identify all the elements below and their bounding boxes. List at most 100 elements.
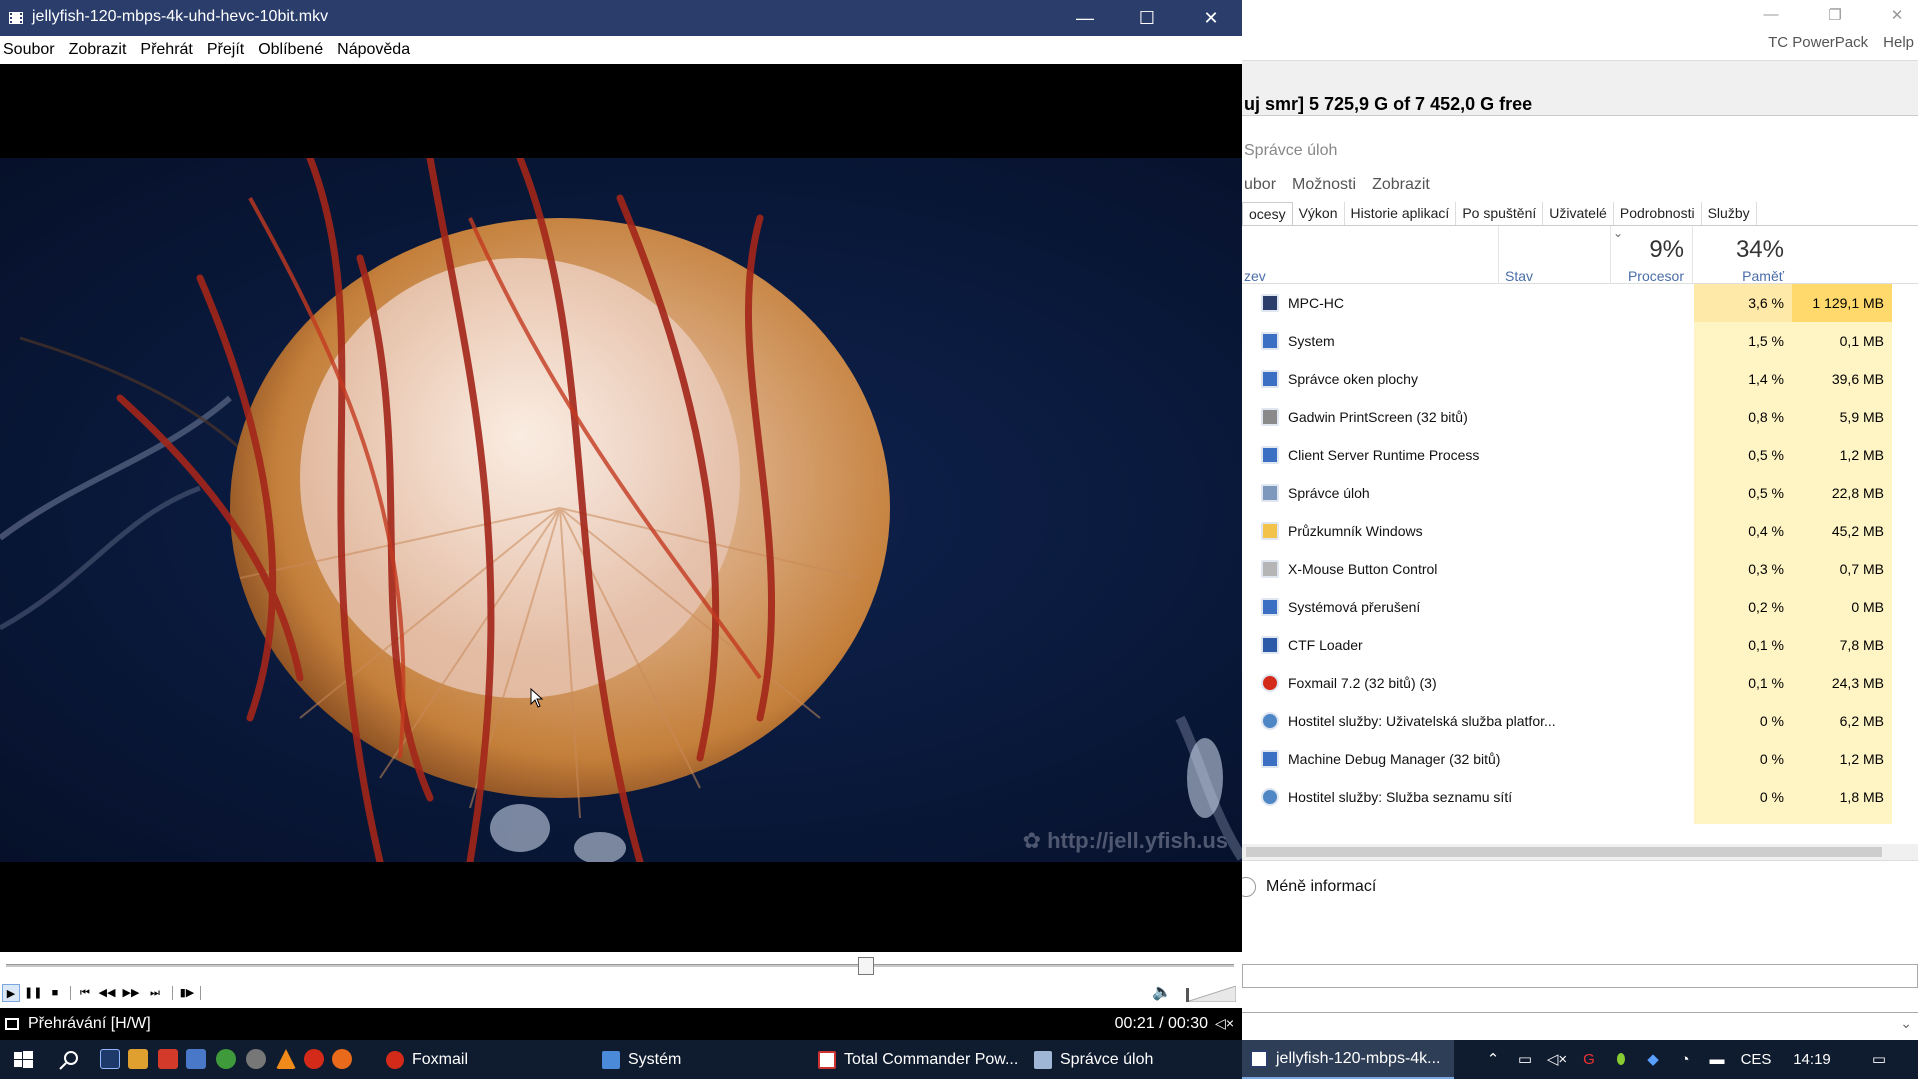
maximize-icon[interactable]: ☐ <box>1116 0 1178 36</box>
rewind-icon[interactable]: ◀◀ <box>98 984 116 1002</box>
tray-foxmail-icon[interactable]: G <box>1576 1040 1602 1079</box>
video-area[interactable]: ✿ http://jell.yfish.us <box>0 64 1242 952</box>
scrollbar-thumb[interactable] <box>1246 847 1882 857</box>
tray-chevron-up-icon[interactable]: ⌃ <box>1480 1040 1506 1079</box>
seek-knob[interactable] <box>857 957 874 975</box>
menu-navigate[interactable]: Přejít <box>207 41 244 64</box>
process-cpu: 0,8 % <box>1694 398 1792 436</box>
tab-app-history[interactable]: Historie aplikací <box>1345 202 1457 225</box>
column-name[interactable]: zev <box>1244 268 1266 284</box>
column-cpu[interactable]: ⌄ 9% Procesor <box>1610 226 1692 284</box>
stop-icon[interactable]: ■ <box>46 984 64 1002</box>
process-row[interactable]: Hostitel služby: Služba seznamu sítí 0 % 1… <box>1242 778 1918 816</box>
tray-clock[interactable]: 14:19 <box>1784 1040 1840 1079</box>
quick-launch-icon[interactable] <box>246 1049 266 1069</box>
seek-track[interactable] <box>6 964 1234 967</box>
quick-launch-icon[interactable] <box>100 1049 120 1069</box>
tray-language[interactable]: CES <box>1736 1040 1776 1079</box>
process-memory: 1 129,1 MB <box>1792 284 1892 322</box>
firefox-icon[interactable] <box>332 1049 352 1069</box>
close-icon[interactable]: ✕ <box>1882 6 1912 26</box>
process-cpu: 0,4 % <box>1694 512 1792 550</box>
horizontal-scrollbar[interactable] <box>1242 844 1918 860</box>
process-row[interactable]: Hostitel služby: Služba rozhraní síťovéh… <box>1242 816 1918 824</box>
notification-icon[interactable]: ▭ <box>1864 1040 1894 1079</box>
menu-favorites[interactable]: Oblíbené <box>258 41 323 64</box>
pause-icon[interactable]: ❚❚ <box>24 984 42 1002</box>
menu-file[interactable]: Soubor <box>3 41 55 64</box>
taskbar-task-system[interactable]: Systém <box>594 1040 808 1079</box>
tab-processes[interactable]: ocesy <box>1242 202 1293 225</box>
process-memory: 45,2 MB <box>1792 512 1892 550</box>
tc-command-dropdown[interactable]: ⌄ <box>1242 1012 1918 1036</box>
frame-step-icon[interactable]: ▮▶ <box>178 984 196 1002</box>
process-row[interactable]: Průzkumník Windows 0,4 % 45,2 MB <box>1242 512 1918 550</box>
process-row[interactable]: X-Mouse Button Control 0,3 % 0,7 MB <box>1242 550 1918 588</box>
menu-help[interactable]: Nápověda <box>337 41 410 64</box>
minimize-icon[interactable]: — <box>1054 0 1116 36</box>
speaker-icon[interactable]: 🔈 <box>1152 982 1172 1002</box>
chevron-down-icon[interactable]: ⌄ <box>1900 1015 1912 1032</box>
process-row[interactable]: CTF Loader 0,1 % 7,8 MB <box>1242 626 1918 664</box>
volume-slider[interactable] <box>1186 986 1236 1002</box>
skip-forward-icon[interactable]: ⏭ <box>146 984 164 1002</box>
foxmail-icon[interactable] <box>304 1049 324 1069</box>
process-row[interactable]: Foxmail 7.2 (32 bitů) (3) 0,1 % 24,3 MB <box>1242 664 1918 702</box>
menu-view[interactable]: Zobrazit <box>69 41 127 64</box>
process-row[interactable]: Machine Debug Manager (32 bitů) 0 % 1,2 MB <box>1242 740 1918 778</box>
tray-traffic-light-icon[interactable]: ⬮ <box>1608 1040 1634 1079</box>
menu-file[interactable]: ubor <box>1244 176 1276 194</box>
tab-performance[interactable]: Výkon <box>1293 202 1345 225</box>
process-memory: 39,6 MB <box>1792 360 1892 398</box>
taskbar-task-foxmail[interactable]: Foxmail <box>378 1040 592 1079</box>
taskbar-task-mpc[interactable]: jellyfish-120-mbps-4k... <box>1242 1040 1454 1079</box>
windows-start-icon[interactable] <box>0 1040 48 1079</box>
process-name: System <box>1288 333 1335 349</box>
restore-icon[interactable]: ❐ <box>1820 6 1850 26</box>
process-row[interactable]: Hostitel služby: Uživatelská služba plat… <box>1242 702 1918 740</box>
quick-launch-icon[interactable] <box>216 1049 236 1069</box>
menu-help[interactable]: Help <box>1883 34 1914 56</box>
quick-launch-icon[interactable] <box>158 1049 178 1069</box>
menu-options[interactable]: Možnosti <box>1292 176 1356 194</box>
tray-dropbox-icon[interactable]: ◆ <box>1640 1040 1666 1079</box>
column-status[interactable]: Stav <box>1498 226 1610 284</box>
fast-forward-icon[interactable]: ▶▶ <box>122 984 140 1002</box>
vlc-icon[interactable] <box>276 1049 296 1069</box>
tab-details[interactable]: Podrobnosti <box>1614 202 1702 225</box>
tc-command-line[interactable] <box>1242 964 1918 988</box>
quick-launch-icon[interactable] <box>186 1049 206 1069</box>
process-row[interactable]: MPC-HC 3,6 % 1 129,1 MB <box>1242 284 1918 322</box>
tray-network-icon[interactable]: ◔ <box>1672 1040 1698 1079</box>
audio-icon[interactable]: ◁× <box>1215 1015 1234 1032</box>
process-row[interactable]: Správce úloh 0,5 % 22,8 MB <box>1242 474 1918 512</box>
process-row[interactable]: Systémová přerušení 0,2 % 0 MB <box>1242 588 1918 626</box>
tray-tablet-icon[interactable]: ▭ <box>1512 1040 1538 1079</box>
column-memory[interactable]: 34% Paměť <box>1692 226 1792 284</box>
seek-bar[interactable] <box>0 952 1242 978</box>
minimize-icon[interactable]: — <box>1756 6 1786 26</box>
process-row[interactable]: Client Server Runtime Process 0,5 % 1,2 MB <box>1242 436 1918 474</box>
menu-view[interactable]: Zobrazit <box>1372 176 1430 194</box>
play-icon[interactable]: ▶ <box>2 984 20 1002</box>
menu-tc-powerpack[interactable]: TC PowerPack <box>1768 34 1868 56</box>
tab-services[interactable]: Služby <box>1702 202 1757 225</box>
taskbar-task-total-commander[interactable]: Total Commander Pow... <box>810 1040 1024 1079</box>
taskbar-task-task-manager[interactable]: Správce úloh <box>1026 1040 1240 1079</box>
skip-back-icon[interactable]: ⏮ <box>76 984 94 1002</box>
process-row[interactable]: System 1,5 % 0,1 MB <box>1242 322 1918 360</box>
fewer-details-button[interactable]: Méně informací <box>1266 878 1376 896</box>
process-cpu: 0,3 % <box>1694 550 1792 588</box>
close-icon[interactable]: ✕ <box>1180 0 1242 36</box>
tab-users[interactable]: Uživatelé <box>1543 202 1614 225</box>
search-icon[interactable] <box>58 1049 80 1071</box>
process-row[interactable]: Gadwin PrintScreen (32 bitů) 0,8 % 5,9 MB <box>1242 398 1918 436</box>
mpc-titlebar[interactable]: jellyfish-120-mbps-4k-uhd-hevc-10bit.mkv… <box>0 0 1242 36</box>
tray-mute-icon[interactable]: ◁× <box>1544 1040 1570 1079</box>
tab-startup[interactable]: Po spuštění <box>1456 202 1544 225</box>
process-row[interactable]: Správce oken plochy 1,4 % 39,6 MB <box>1242 360 1918 398</box>
quick-launch-icon[interactable] <box>128 1049 148 1069</box>
watermark-text: http://jell.yfish.us <box>1047 828 1228 853</box>
menu-play[interactable]: Přehrát <box>140 41 192 64</box>
tray-battery-icon[interactable]: ▬ <box>1704 1040 1730 1079</box>
